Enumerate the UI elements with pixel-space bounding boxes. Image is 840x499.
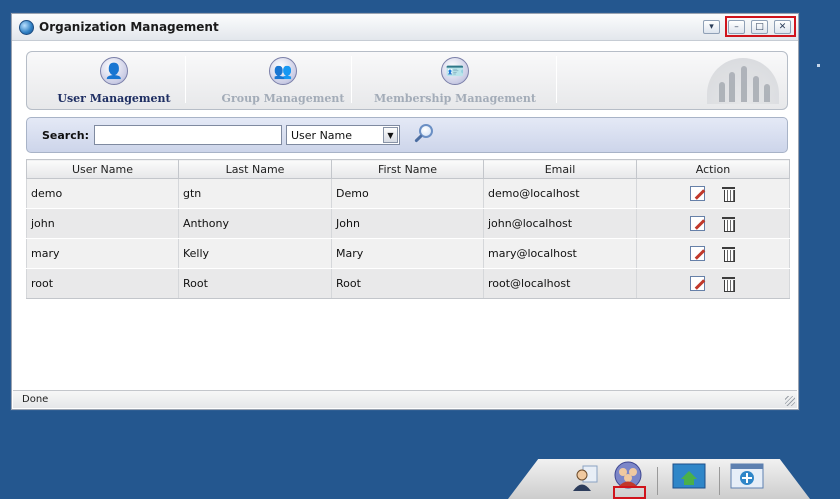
tab-separator — [185, 56, 186, 103]
bottom-dock — [508, 459, 810, 499]
cell-actions — [636, 238, 790, 269]
column-header-email[interactable]: Email — [483, 159, 637, 179]
delete-icon[interactable] — [721, 276, 736, 292]
cell-last-name: Anthony — [178, 208, 332, 239]
resize-grip-icon[interactable] — [785, 396, 795, 406]
cell-user-name: mary — [26, 238, 179, 269]
add-page-icon[interactable] — [730, 462, 764, 492]
column-header-first-name[interactable]: First Name — [331, 159, 484, 179]
dock-active-highlight — [613, 486, 646, 499]
tab-label: Membership Management — [373, 92, 537, 105]
chevron-down-icon[interactable]: ▼ — [383, 127, 398, 143]
cell-user-name: demo — [26, 178, 179, 209]
user-icon: 👤 — [100, 57, 128, 85]
window-titlebar[interactable]: Organization Management ▾ – □ ✕ — [12, 14, 798, 41]
status-text: Done — [22, 394, 49, 405]
search-filter-select[interactable]: User Name ▼ — [286, 125, 400, 145]
cell-actions — [636, 178, 790, 209]
window-menu-button[interactable]: ▾ — [703, 20, 720, 34]
column-header-last-name[interactable]: Last Name — [178, 159, 332, 179]
search-label: Search: — [42, 129, 89, 142]
dock-separator — [719, 467, 720, 495]
search-filter-value: User Name — [291, 129, 353, 142]
edit-icon[interactable] — [690, 246, 705, 261]
cell-user-name: john — [26, 208, 179, 239]
cell-actions — [636, 268, 790, 299]
user-account-icon[interactable] — [570, 463, 600, 493]
membership-icon: 🪪 — [441, 57, 469, 85]
delete-icon[interactable] — [721, 186, 736, 202]
delete-icon[interactable] — [721, 246, 736, 262]
edit-icon[interactable] — [690, 216, 705, 231]
table-row[interactable]: demo gtn Demo demo@localhost — [26, 178, 790, 209]
tab-label: User Management — [57, 92, 171, 105]
tab-separator — [556, 56, 557, 103]
dock-separator — [657, 467, 658, 495]
magnifier-handle — [414, 134, 423, 143]
cell-last-name: Root — [178, 268, 332, 299]
organization-management-window: Organization Management ▾ – □ ✕ 👤 User M… — [11, 13, 799, 410]
window-title: Organization Management — [39, 20, 219, 34]
cell-email: john@localhost — [483, 208, 637, 239]
cell-email: mary@localhost — [483, 238, 637, 269]
tab-label: Group Management — [221, 92, 345, 105]
people-globe-decoration — [707, 58, 779, 104]
cell-first-name: Demo — [331, 178, 484, 209]
search-button[interactable] — [412, 123, 436, 147]
desktop-marker — [817, 64, 820, 67]
cell-first-name: Root — [331, 268, 484, 299]
cell-last-name: gtn — [178, 178, 332, 209]
tab-separator — [351, 56, 352, 103]
column-header-user-name[interactable]: User Name — [26, 159, 179, 179]
column-header-action: Action — [636, 159, 790, 179]
search-input[interactable] — [94, 125, 282, 145]
edit-icon[interactable] — [690, 276, 705, 291]
status-bar: Done — [13, 390, 797, 408]
delete-icon[interactable] — [721, 216, 736, 232]
tab-group-management[interactable]: 👥 Group Management — [201, 52, 365, 109]
cell-actions — [636, 208, 790, 239]
table-row[interactable]: john Anthony John john@localhost — [26, 208, 790, 239]
cell-email: demo@localhost — [483, 178, 637, 209]
users-table: User Name Last Name First Name Email Act… — [26, 159, 790, 299]
table-row[interactable]: mary Kelly Mary mary@localhost — [26, 238, 790, 269]
table-header-row: User Name Last Name First Name Email Act… — [26, 159, 790, 179]
cell-user-name: root — [26, 268, 179, 299]
cell-first-name: John — [331, 208, 484, 239]
globe-icon — [19, 20, 34, 35]
group-icon: 👥 — [269, 57, 297, 85]
cell-last-name: Kelly — [178, 238, 332, 269]
edit-icon[interactable] — [690, 186, 705, 201]
management-tabbar: 👤 User Management 👥 Group Management 🪪 M… — [26, 51, 788, 110]
cell-first-name: Mary — [331, 238, 484, 269]
search-bar: Search: User Name ▼ — [26, 117, 788, 153]
table-row[interactable]: root Root Root root@localhost — [26, 268, 790, 299]
tab-membership-management[interactable]: 🪪 Membership Management — [371, 52, 539, 109]
tab-user-management[interactable]: 👤 User Management — [41, 52, 187, 109]
window-controls-highlight — [725, 16, 796, 37]
home-page-icon[interactable] — [672, 462, 706, 492]
cell-email: root@localhost — [483, 268, 637, 299]
